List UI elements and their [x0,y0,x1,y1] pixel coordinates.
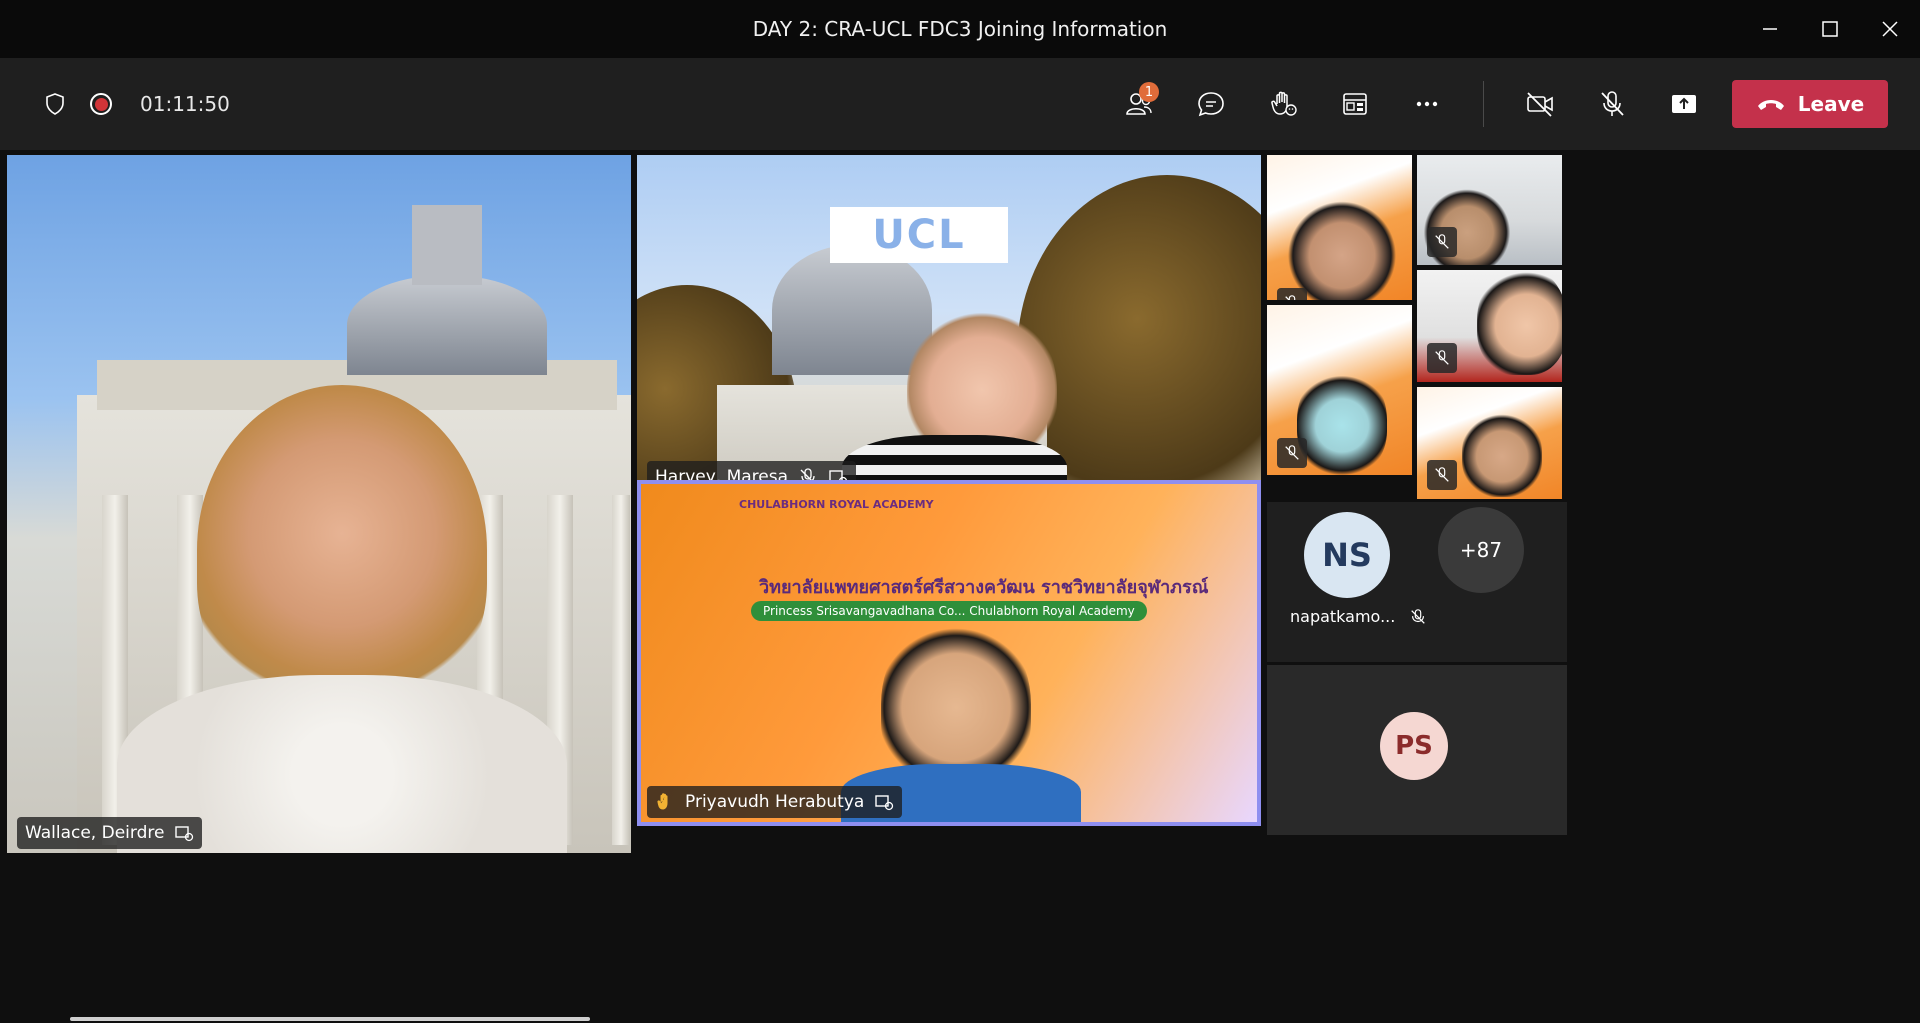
mic-off-icon [1285,445,1299,460]
thai-title: วิทยาลัยแพทยศาสตร์ศรีสวางควัฒน ราชวิทยาล… [759,577,1209,598]
chat-button[interactable] [1175,74,1247,134]
avatar-initials: NS [1322,536,1372,574]
camera-off-icon [1527,92,1553,117]
overflow-count: +87 [1459,538,1503,562]
participants-button[interactable]: 1 [1103,74,1175,134]
close-icon [1882,21,1898,37]
video-tile-priyavudh[interactable]: CHULABHORN ROYAL ACADEMY วิทยาลัยแพทยศาส… [637,480,1261,826]
name-tag-napat: napatkamo... [1290,607,1427,626]
leave-button[interactable]: Leave [1732,80,1888,128]
share-button[interactable] [1648,74,1720,134]
muted-indicator [1427,343,1457,373]
more-options-button[interactable] [1391,74,1463,134]
video-tile-small-3[interactable] [1417,270,1562,382]
participant-name: napatkamo... [1290,607,1396,626]
meeting-toolbar: 01:11:50 1 Leave [0,58,1920,150]
name-tag-wallace: Wallace, Deirdre [17,817,203,849]
mic-off-icon [1435,350,1449,365]
ucl-logo-text: UCL [872,212,966,258]
academy-name: CHULABHORN ROYAL ACADEMY [739,498,934,511]
rooms-icon [1343,93,1367,115]
participant-name: Wallace, Deirdre [25,823,165,843]
minimize-button[interactable] [1740,0,1800,58]
dome-lantern [412,205,482,285]
more-icon [1416,101,1438,107]
muted-indicator [1427,460,1457,490]
video-stage: Wallace, Deirdre Harvey, Maresa UCL CHUL… [0,150,1920,1023]
close-button[interactable] [1860,0,1920,58]
participant-name: Priyavudh Herabutya [685,792,865,812]
video-tile-small-1[interactable] [1267,155,1412,300]
avatar-panel [1267,502,1567,662]
mic-off-icon [1435,467,1449,482]
camera-toggle-button[interactable] [1504,74,1576,134]
toolbar-actions: 1 [1103,58,1720,150]
ucl-logo: UCL [830,207,1008,263]
video-tile-wallace[interactable]: Wallace, Deirdre [7,155,631,853]
maximize-icon [1822,21,1838,37]
chat-icon [1198,92,1224,117]
window-title: DAY 2: CRA-UCL FDC3 Joining Information [752,17,1168,41]
mic-off-icon [1411,608,1426,624]
horizontal-scrollbar[interactable] [70,1017,590,1021]
shield-icon [46,93,64,115]
dome-shape [347,275,547,375]
participant-face [197,385,487,715]
dome-shape [772,245,932,375]
avatar-ps[interactable]: PS [1380,712,1448,780]
name-tag-priyavudh: Priyavudh Herabutya [647,786,903,818]
minimize-icon [1763,28,1777,30]
muted-indicator [1277,438,1307,468]
participant-face [1477,270,1562,375]
mic-toggle-button[interactable] [1576,74,1648,134]
meeting-status: 01:11:50 [42,58,230,150]
share-icon [1672,95,1696,113]
hang-up-icon [1757,100,1784,110]
title-bar: DAY 2: CRA-UCL FDC3 Joining Information [0,0,1920,58]
avatar-initials: PS [1395,731,1433,761]
leave-label: Leave [1797,92,1865,116]
record-icon [90,93,112,115]
participant-face [1287,195,1397,300]
mic-off-icon [1285,295,1296,300]
window-controls [1740,0,1920,58]
mic-off-icon [1601,91,1624,116]
avatar-ns[interactable]: NS [1304,512,1390,598]
meeting-timer: 01:11:50 [140,92,230,116]
toolbar-divider [1483,81,1484,127]
view-options-icon [175,826,194,842]
overflow-participants-button[interactable]: +87 [1438,507,1524,593]
maximize-button[interactable] [1800,0,1860,58]
muted-indicator [1427,227,1457,257]
participant-face [1462,407,1542,497]
view-options-icon [875,795,894,811]
video-tile-small-2[interactable] [1417,155,1562,265]
mic-off-icon [1435,234,1449,249]
participant-face [1297,365,1387,475]
rooms-button[interactable] [1319,74,1391,134]
column [612,495,630,845]
video-tile-small-4[interactable] [1267,305,1412,475]
reactions-button[interactable] [1247,74,1319,134]
participants-badge: 1 [1139,82,1159,102]
video-tile-small-5[interactable] [1417,387,1562,499]
raised-hand-icon [657,793,668,810]
raise-hand-icon [1271,91,1297,116]
muted-indicator [1277,288,1307,300]
